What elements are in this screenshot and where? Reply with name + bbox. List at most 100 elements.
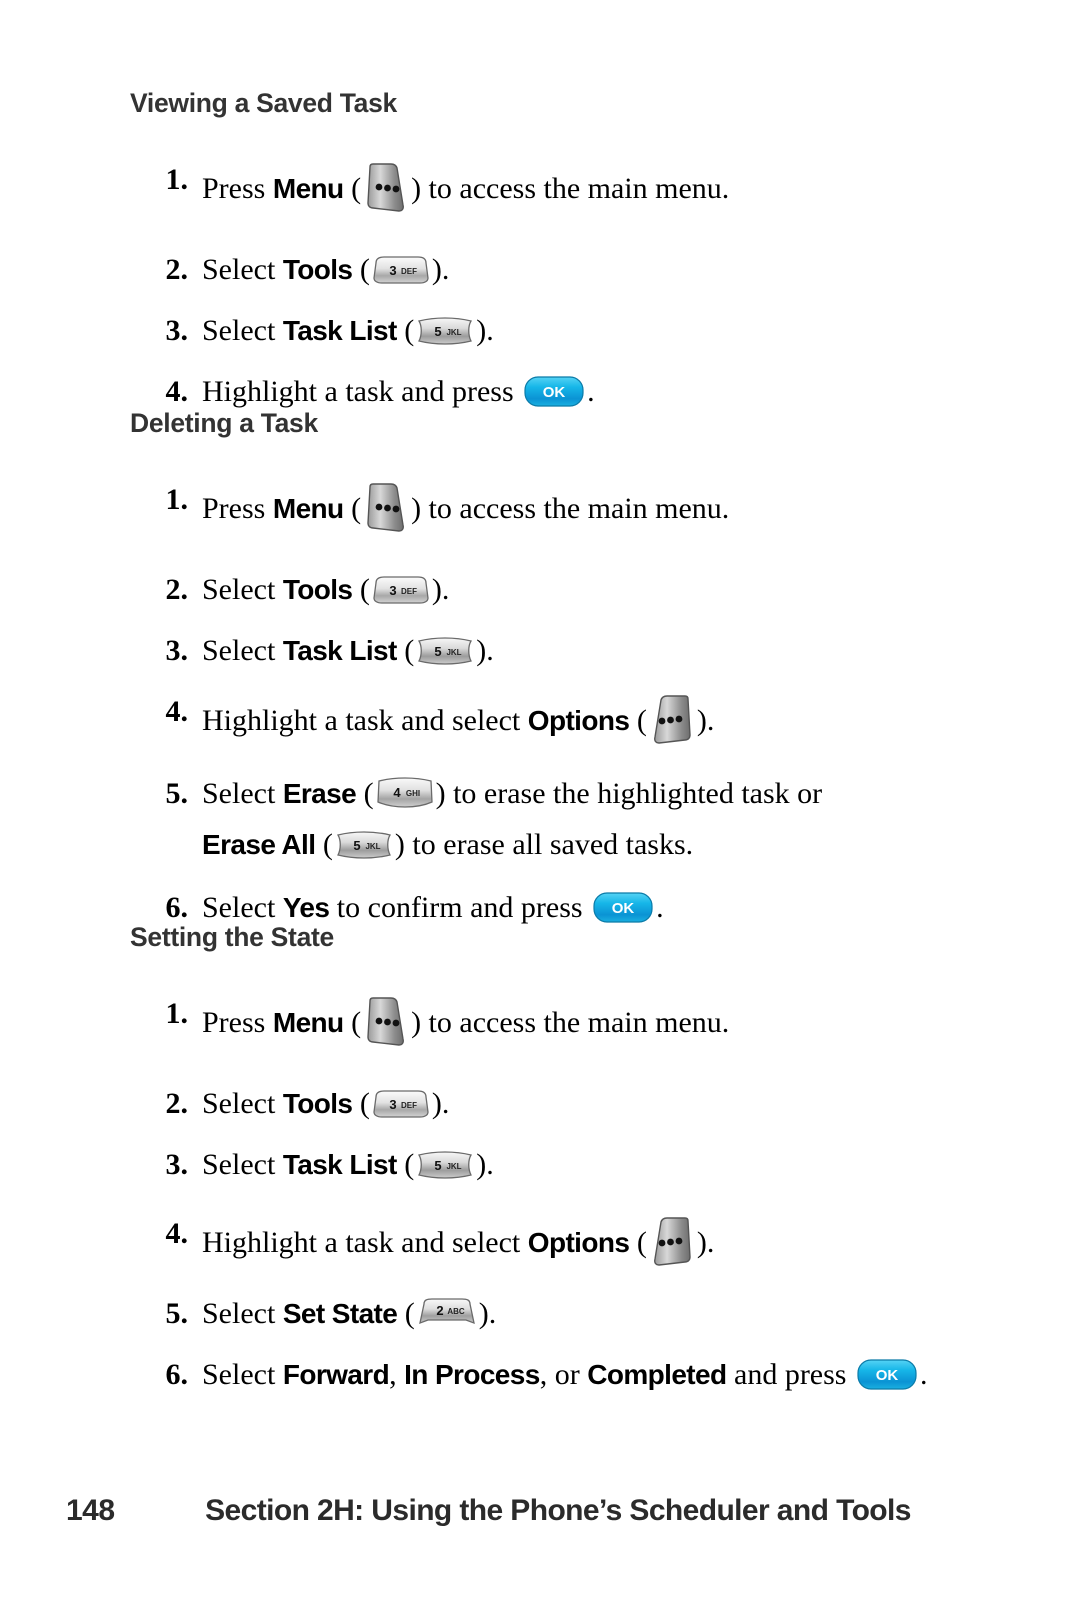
steps-list-setting-state: 1. Press Menu () to access the main menu… (130, 994, 1030, 1394)
key-5-jkl-icon: 5 JKL (415, 315, 475, 347)
key-3-def-icon: 3 DEF (371, 1088, 431, 1120)
svg-text:JKL: JKL (447, 648, 462, 657)
svg-text:3: 3 (389, 263, 396, 278)
list-item: 1. Press Menu () to access the main menu… (130, 160, 1030, 212)
key-3-def-icon: 3 DEF (371, 254, 431, 286)
svg-text:5: 5 (353, 838, 360, 853)
step-text-mid: ( (397, 1297, 415, 1330)
svg-text:GHI: GHI (405, 789, 419, 798)
menu-softkey-icon (361, 480, 411, 532)
section-setting-the-state: Setting the State (130, 922, 334, 953)
ui-term: Task List (282, 635, 398, 666)
step-number: 2. (165, 573, 189, 606)
step-text-mid: ( (343, 1006, 362, 1039)
step-number: 3. (165, 1148, 189, 1181)
step-text-mid: ( (352, 253, 370, 286)
list-item: 4. Highlight a task and select Options (… (130, 1214, 1030, 1266)
section-heading: Deleting a Task (130, 408, 318, 438)
step-text-post: ). (476, 634, 494, 667)
step-number: 3. (165, 634, 189, 667)
step-number: 1. (165, 997, 189, 1030)
step-text-post: . (656, 891, 664, 924)
step-text-post: ). (696, 1226, 715, 1259)
key-5-jkl-icon: 5 JKL (415, 1149, 475, 1181)
list-item: 3. Select Task List (5 JKL). (130, 631, 1030, 670)
step-number: 1. (165, 483, 189, 516)
steps-list-viewing: 1. Press Menu () to access the main menu… (130, 160, 1030, 411)
ui-term: Tools (282, 1088, 353, 1119)
ui-term: Menu (272, 1007, 344, 1038)
step-text-pre: Press (202, 1006, 273, 1039)
ui-term: Tools (282, 574, 353, 605)
svg-text:DEF: DEF (401, 267, 417, 276)
ui-term: In Process (404, 1359, 540, 1390)
svg-text:OK: OK (612, 900, 635, 917)
step-number: 5. (165, 777, 189, 810)
step-number: 4. (165, 1217, 189, 1250)
footer-section-title: Section 2H: Using the Phone’s Scheduler … (205, 1494, 911, 1527)
list-item: 2. Select Tools (3 DEF). (130, 250, 1030, 289)
step-text-post: ) to access the main menu. (411, 492, 730, 525)
ui-term: Erase All (202, 829, 316, 860)
svg-text:JKL: JKL (447, 328, 462, 337)
ui-term: Tools (282, 254, 353, 285)
step-text-pre: Select (202, 314, 283, 347)
step-text-pre: Highlight a task and select (202, 1226, 528, 1259)
ui-term: Task List (282, 1149, 398, 1180)
page-footer: 148 Section 2H: Using the Phone’s Schedu… (0, 1494, 1080, 1534)
options-softkey-icon (647, 1214, 697, 1266)
step-text-post: ). (478, 1297, 497, 1330)
ui-term: Options (527, 1227, 630, 1258)
steps-list-deleting: 1. Press Menu ( ) to access the main menu… (130, 480, 1030, 927)
step-text-mid: ( (352, 573, 370, 606)
list-item: 3. Select Task List (5 JKL). (130, 311, 1030, 350)
section-deleting-a-task: Deleting a Task (130, 408, 318, 439)
ui-term: Options (527, 705, 630, 736)
list-item: 2. Select Tools (3 DEF). (130, 1084, 1030, 1123)
svg-text:3: 3 (389, 583, 396, 598)
list-item: 4. Highlight a task and select Options (… (130, 692, 1030, 744)
svg-text:ABC: ABC (447, 1307, 465, 1316)
svg-text:OK: OK (876, 1367, 899, 1384)
list-item: 5. Select Set State (2 ABC). (130, 1294, 1030, 1333)
list-item: 1. Press Menu () to access the main menu… (130, 994, 1030, 1046)
step-text-mid: ( (352, 1087, 370, 1120)
options-softkey-icon (647, 692, 697, 744)
step-text-pre: Highlight a task and select (202, 704, 528, 737)
section-heading: Setting the State (130, 922, 334, 952)
key-4-ghi-icon: 4 GHI (375, 776, 435, 810)
svg-text:OK: OK (543, 384, 566, 401)
step-text-mid: ( (315, 828, 333, 861)
step-text-post: . (919, 1358, 928, 1391)
menu-softkey-icon (361, 160, 411, 212)
menu-softkey-icon (361, 994, 411, 1046)
step-text-post: ). (476, 314, 494, 347)
ui-term: Menu (272, 493, 344, 524)
step-text-pre: Select (202, 1148, 283, 1181)
step-text-mid: ( (396, 634, 415, 667)
section-viewing-a-saved-task: Viewing a Saved Task (130, 88, 397, 119)
step-text-mid: ( (629, 1226, 647, 1259)
svg-text:JKL: JKL (365, 842, 380, 851)
step-text-pre: Select (202, 1087, 283, 1120)
step-text-post: ) to access the main menu. (411, 172, 730, 205)
step-number: 4. (165, 375, 189, 408)
step-text-post: . (587, 375, 595, 408)
step-text-pre: Select (202, 777, 283, 810)
step-text-post: ). (476, 1148, 494, 1181)
step-text-post: ) to erase the highlighted task or (435, 777, 823, 810)
svg-text:5: 5 (435, 644, 442, 659)
step-text-mid: to confirm and press (329, 891, 591, 924)
step-text-pre: Press (202, 492, 273, 525)
step-text-post: ). (431, 573, 450, 606)
step-text-pre: Select (202, 1297, 283, 1330)
list-item: 6. Select Forward, In Process, or Comple… (130, 1355, 1030, 1394)
ui-term: Erase (282, 778, 357, 809)
step-number: 1. (165, 163, 189, 196)
svg-text:3: 3 (389, 1097, 396, 1112)
ui-term: Set State (282, 1298, 398, 1329)
step-text-pre: Select (202, 634, 283, 667)
svg-text:DEF: DEF (401, 587, 417, 596)
section-heading: Viewing a Saved Task (130, 88, 397, 118)
list-item: 4. Highlight a task and press OK. (130, 372, 1030, 411)
